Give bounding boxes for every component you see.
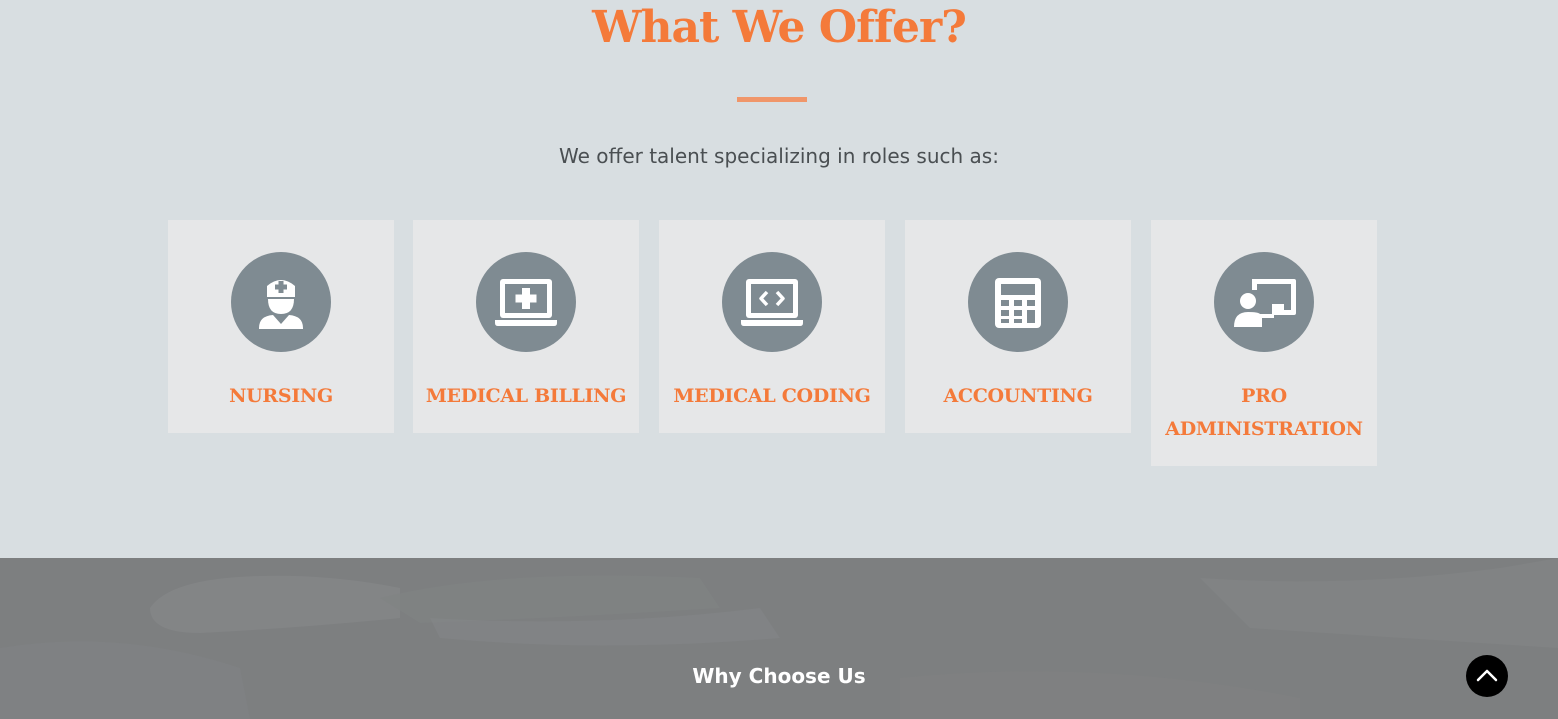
service-card-label: MEDICAL CODING <box>673 385 871 407</box>
scroll-to-top-button[interactable] <box>1466 655 1508 697</box>
service-card-medical-coding[interactable]: MEDICAL CODING <box>659 220 885 433</box>
laptop-code-icon <box>722 252 822 352</box>
service-card-label: PRO ADMINISTRATION <box>1165 385 1363 440</box>
nurse-icon <box>231 252 331 352</box>
section-subtitle: We offer talent specializing in roles su… <box>559 144 999 168</box>
service-card-label: MEDICAL BILLING <box>425 385 627 407</box>
what-we-offer-section: What We Offer? We offer talent specializ… <box>0 0 1558 558</box>
title-divider <box>737 97 807 102</box>
why-choose-us-section: Why Choose Us <box>0 558 1558 719</box>
service-card-medical-billing[interactable]: MEDICAL BILLING <box>413 220 639 433</box>
chevron-up-icon <box>1476 669 1498 682</box>
chalkboard-teacher-icon <box>1214 252 1314 352</box>
calculator-icon <box>968 252 1068 352</box>
background-photo <box>0 558 1558 719</box>
laptop-medical-icon <box>476 252 576 352</box>
section-title: What We Offer? <box>592 2 967 53</box>
service-card-label: ACCOUNTING <box>943 385 1093 407</box>
service-card-accounting[interactable]: ACCOUNTING <box>905 220 1131 433</box>
service-card-nursing[interactable]: NURSING <box>168 220 394 433</box>
service-card-pro-administration[interactable]: PRO ADMINISTRATION <box>1151 220 1377 466</box>
service-card-label: NURSING <box>229 385 333 407</box>
why-choose-us-title: Why Choose Us <box>692 664 866 688</box>
